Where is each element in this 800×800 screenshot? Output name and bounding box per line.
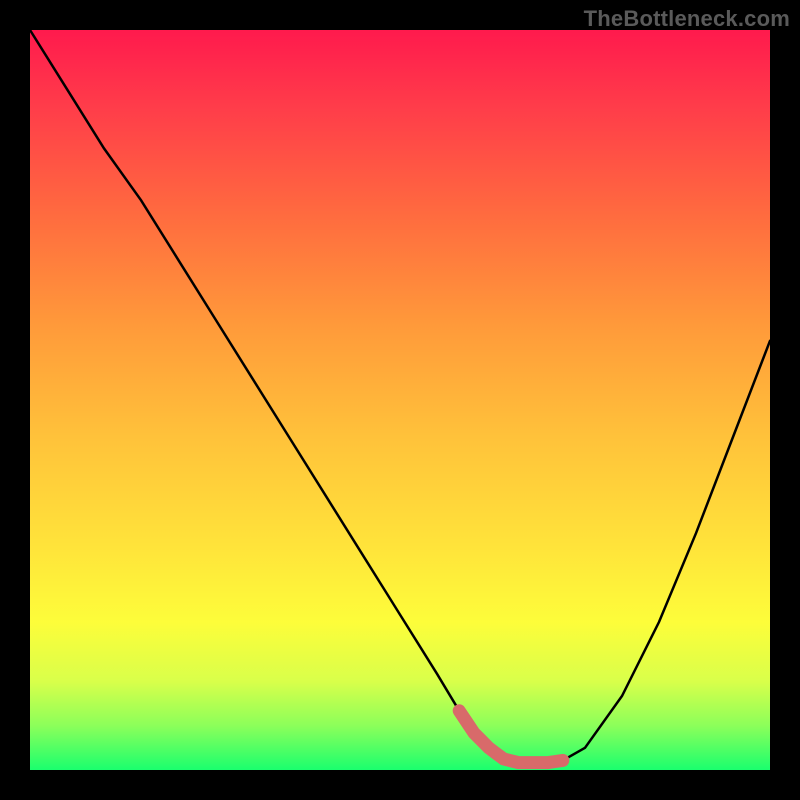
- plot-area: [30, 30, 770, 770]
- optimal-range-marker: [459, 711, 563, 763]
- chart-frame: TheBottleneck.com: [0, 0, 800, 800]
- bottleneck-curve: [30, 30, 770, 763]
- watermark-text: TheBottleneck.com: [584, 6, 790, 32]
- chart-svg: [30, 30, 770, 770]
